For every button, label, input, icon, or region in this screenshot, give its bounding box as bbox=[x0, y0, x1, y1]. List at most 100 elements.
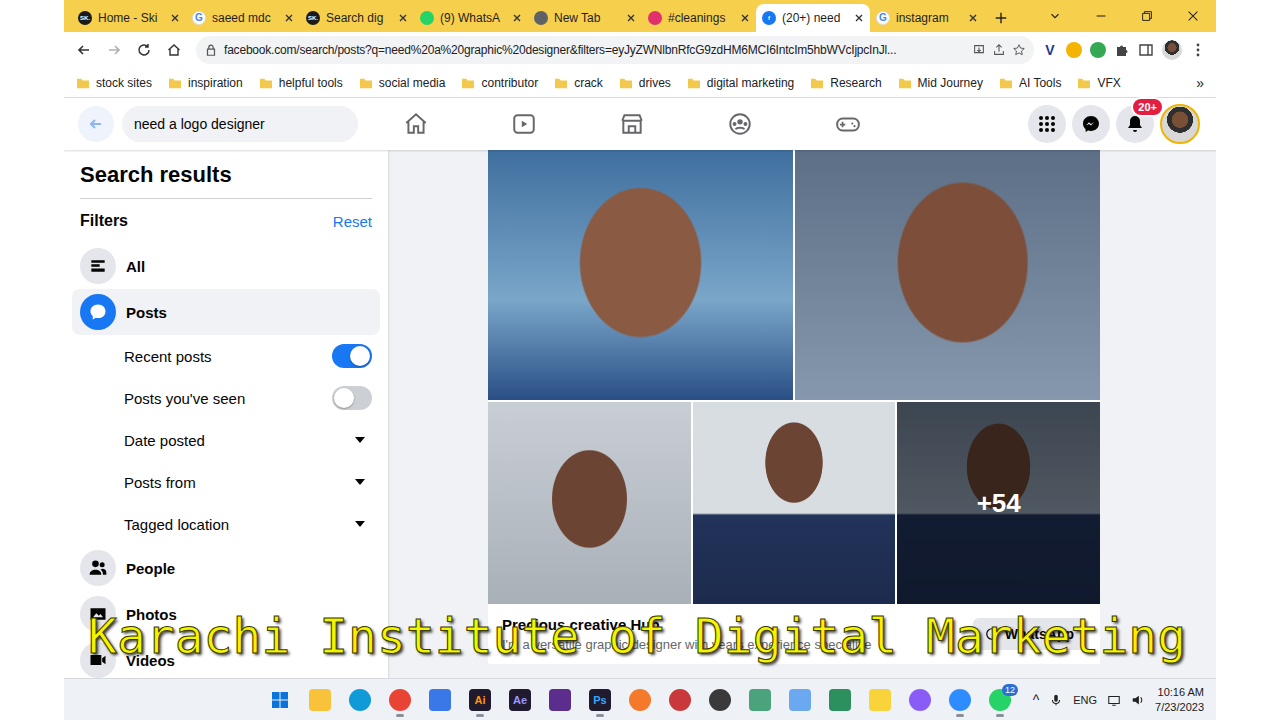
sidebar-item[interactable]: All bbox=[72, 243, 380, 289]
post-author[interactable]: Precious creative Hub bbox=[502, 616, 961, 633]
taskbar-app[interactable] bbox=[662, 682, 698, 718]
close-icon[interactable] bbox=[512, 13, 522, 23]
account-avatar-icon[interactable] bbox=[1160, 104, 1200, 144]
browser-tab[interactable]: (9) WhatsA bbox=[414, 4, 528, 32]
address-bar[interactable]: facebook.com/search/posts?q=need%20a%20g… bbox=[196, 36, 1034, 64]
menu-button[interactable] bbox=[1028, 105, 1066, 143]
taskbar-app[interactable] bbox=[942, 682, 978, 718]
close-icon[interactable] bbox=[284, 13, 294, 23]
bookmark-folder[interactable]: Research bbox=[810, 76, 881, 90]
home-icon[interactable] bbox=[160, 36, 188, 64]
browser-tab[interactable]: #cleanings bbox=[642, 4, 756, 32]
gaming-tab[interactable] bbox=[794, 100, 902, 148]
extension-icon[interactable]: V bbox=[1042, 42, 1058, 58]
sidebar-item[interactable]: Posts bbox=[72, 289, 380, 335]
taskbar-app[interactable] bbox=[342, 682, 378, 718]
browser-tab[interactable]: Ginstagram bbox=[870, 4, 984, 32]
close-icon[interactable] bbox=[740, 13, 750, 23]
notifications-button[interactable]: 20+ bbox=[1116, 105, 1154, 143]
language-indicator[interactable]: ENG bbox=[1073, 694, 1097, 706]
bookmark-folder[interactable]: drives bbox=[619, 76, 671, 90]
close-icon[interactable] bbox=[170, 13, 180, 23]
taskbar-app[interactable] bbox=[862, 682, 898, 718]
clock[interactable]: 10:16 AM7/23/2023 bbox=[1155, 685, 1204, 714]
post-photo[interactable] bbox=[795, 150, 1100, 400]
caret-down-icon[interactable] bbox=[354, 520, 366, 528]
sidebar-item[interactable]: Photos bbox=[72, 591, 380, 637]
browser-tab[interactable]: SK.Home - Ski bbox=[72, 4, 186, 32]
bookmark-folder[interactable]: digital marketing bbox=[687, 76, 794, 90]
bookmark-folder[interactable]: AI Tools bbox=[999, 76, 1061, 90]
profile-avatar-icon[interactable] bbox=[1162, 40, 1182, 60]
sidebar-subitem[interactable]: Posts from bbox=[72, 461, 380, 503]
close-window-icon[interactable] bbox=[1170, 0, 1216, 32]
bookmark-folder[interactable]: inspiration bbox=[168, 76, 243, 90]
install-icon[interactable] bbox=[972, 43, 986, 57]
taskbar-app[interactable] bbox=[302, 682, 338, 718]
start-button[interactable] bbox=[262, 682, 298, 718]
star-icon[interactable] bbox=[1012, 43, 1026, 57]
microphone-icon[interactable] bbox=[1049, 693, 1063, 707]
toggle-switch[interactable] bbox=[332, 344, 372, 368]
puzzle-icon[interactable] bbox=[1114, 42, 1130, 58]
taskbar-app[interactable] bbox=[542, 682, 578, 718]
caret-down-icon[interactable] bbox=[354, 436, 366, 444]
sidebar-item[interactable]: Videos bbox=[72, 637, 380, 678]
bookmark-folder[interactable]: crack bbox=[554, 76, 603, 90]
close-icon[interactable] bbox=[398, 13, 408, 23]
taskbar-app[interactable] bbox=[622, 682, 658, 718]
taskbar-app[interactable] bbox=[822, 682, 858, 718]
restore-icon[interactable] bbox=[1124, 0, 1170, 32]
back-button[interactable] bbox=[78, 106, 114, 142]
taskbar-app[interactable] bbox=[422, 682, 458, 718]
bookmark-folder[interactable]: stock sites bbox=[76, 76, 152, 90]
taskbar-app[interactable] bbox=[782, 682, 818, 718]
taskbar-app[interactable] bbox=[902, 682, 938, 718]
url-text[interactable]: facebook.com/search/posts?q=need%20a%20g… bbox=[224, 43, 966, 57]
reset-link[interactable]: Reset bbox=[333, 213, 372, 230]
close-icon[interactable] bbox=[968, 13, 978, 23]
taskbar-app[interactable] bbox=[382, 682, 418, 718]
volume-icon[interactable] bbox=[1131, 693, 1145, 707]
minimize-icon[interactable] bbox=[1078, 0, 1124, 32]
post-photo[interactable]: +54 bbox=[897, 402, 1100, 604]
search-field[interactable]: need a logo designer bbox=[122, 106, 358, 142]
extension-icon[interactable] bbox=[1090, 42, 1106, 58]
bookmark-folder[interactable]: social media bbox=[359, 76, 446, 90]
taskbar-app[interactable]: 12 bbox=[982, 682, 1018, 718]
hidden-icons-button[interactable]: ^ bbox=[1033, 692, 1040, 708]
sidebar-subitem[interactable]: Tagged location bbox=[72, 503, 380, 545]
post-photo[interactable] bbox=[488, 150, 793, 400]
bookmark-folder[interactable]: VFX bbox=[1077, 76, 1120, 90]
reload-icon[interactable] bbox=[130, 36, 158, 64]
share-icon[interactable] bbox=[992, 43, 1006, 57]
whatsapp-button[interactable]: WhatsApp bbox=[973, 618, 1086, 650]
bookmark-folder[interactable]: Mid Journey bbox=[898, 76, 983, 90]
extension-icon[interactable] bbox=[1066, 42, 1082, 58]
taskbar-app[interactable]: Ai bbox=[462, 682, 498, 718]
sidebar-item[interactable]: People bbox=[72, 545, 380, 591]
video-tab[interactable] bbox=[470, 100, 578, 148]
toggle-switch[interactable] bbox=[332, 386, 372, 410]
chevron-down-icon[interactable] bbox=[1032, 0, 1078, 32]
browser-tab[interactable]: New Tab bbox=[528, 4, 642, 32]
caret-down-icon[interactable] bbox=[354, 478, 366, 486]
more-bookmarks[interactable]: » bbox=[1196, 75, 1204, 91]
marketplace-tab[interactable] bbox=[578, 100, 686, 148]
post-photo[interactable] bbox=[693, 402, 896, 604]
close-icon[interactable] bbox=[626, 13, 636, 23]
groups-tab[interactable] bbox=[686, 100, 794, 148]
sidebar-subitem[interactable]: Recent posts bbox=[72, 335, 380, 377]
bookmark-folder[interactable]: helpful tools bbox=[259, 76, 343, 90]
lock-icon[interactable] bbox=[204, 43, 218, 57]
sidebar-subitem[interactable]: Posts you've seen bbox=[72, 377, 380, 419]
post-photo[interactable] bbox=[488, 402, 691, 604]
taskbar-app[interactable]: Ae bbox=[502, 682, 538, 718]
taskbar-app[interactable]: Ps bbox=[582, 682, 618, 718]
forward-icon[interactable] bbox=[100, 36, 128, 64]
taskbar-app[interactable] bbox=[702, 682, 738, 718]
network-icon[interactable] bbox=[1107, 693, 1121, 707]
bookmark-folder[interactable]: contributor bbox=[461, 76, 538, 90]
sidebar-subitem[interactable]: Date posted bbox=[72, 419, 380, 461]
close-icon[interactable] bbox=[854, 13, 864, 23]
